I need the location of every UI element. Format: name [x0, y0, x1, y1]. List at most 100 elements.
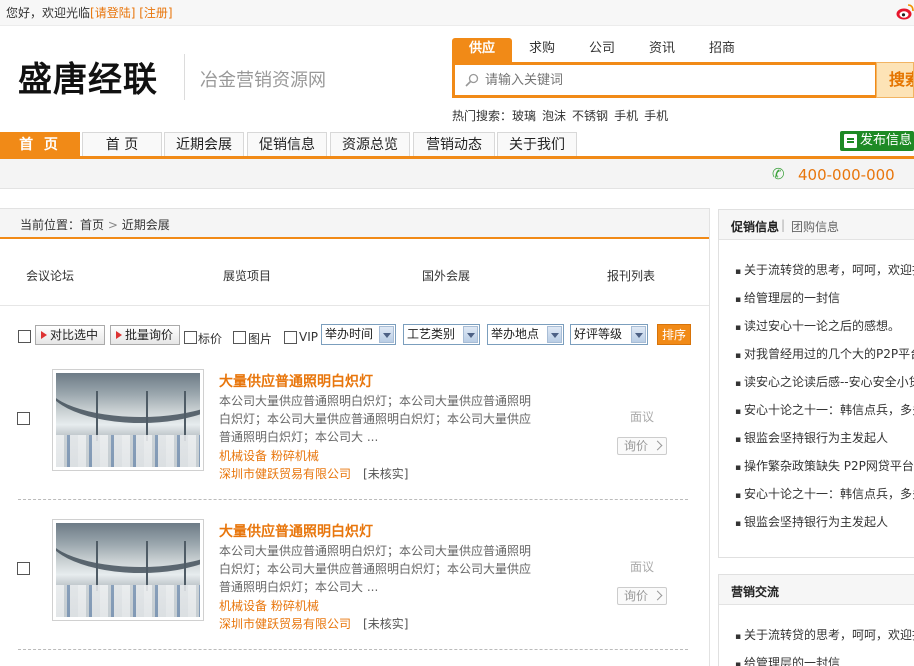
- product-status: [未核实]: [363, 467, 409, 481]
- promo-item[interactable]: 银监会坚持银行为主发起人: [735, 429, 914, 446]
- marketing-item[interactable]: 关于流转贷的思考，呵呵，欢迎指正: [735, 626, 914, 643]
- promo-item[interactable]: 读过安心十一论之后的感想。: [735, 317, 914, 334]
- vip-checkbox[interactable]: [284, 331, 297, 344]
- image-checkbox[interactable]: [233, 331, 246, 344]
- product-status: [未核实]: [363, 617, 409, 631]
- chevron-down-icon: [379, 326, 394, 343]
- product-divider: [18, 649, 688, 650]
- search-tab-supply[interactable]: 供应: [452, 38, 512, 62]
- product-checkbox[interactable]: [17, 562, 30, 575]
- batch-inquiry-button[interactable]: 批量询价: [110, 325, 180, 345]
- logo-divider: [184, 54, 185, 100]
- rating-select[interactable]: 好评等级: [570, 324, 648, 345]
- product-company-line: 深圳市健跃贸易有限公司 [未核实]: [219, 615, 408, 632]
- breadcrumb: 当前位置：首页 > 近期会展: [0, 209, 709, 239]
- search-tab-news[interactable]: 资讯: [634, 38, 690, 62]
- site-subtitle: 冶金营销资源网: [200, 70, 326, 91]
- category-forum[interactable]: 会议论坛: [26, 267, 74, 284]
- product-price: 面议: [630, 410, 655, 424]
- nav-resources[interactable]: 资源总览: [330, 132, 410, 156]
- login-link[interactable]: [请登陆]: [90, 6, 135, 20]
- product-image[interactable]: [52, 369, 204, 471]
- greeting: 您好，欢迎光临: [6, 6, 91, 20]
- search-input[interactable]: [485, 69, 865, 91]
- product-divider: [18, 499, 688, 500]
- nav-about[interactable]: 关于我们: [497, 132, 577, 156]
- location-select-value: 举办地点: [491, 327, 540, 341]
- search-tab-buy[interactable]: 求购: [514, 38, 570, 62]
- nav-home[interactable]: 首 页: [82, 132, 162, 156]
- product-company[interactable]: 深圳市健跃贸易有限公司: [219, 617, 351, 631]
- inquiry-button[interactable]: 询价: [617, 437, 667, 455]
- category-divider: [0, 305, 709, 306]
- register-link[interactable]: [注册]: [139, 6, 172, 20]
- promo-item[interactable]: 安心十论之十一：韩信点兵，多多益善: [735, 485, 914, 502]
- search-tab-company[interactable]: 公司: [574, 38, 630, 62]
- publish-button[interactable]: 发布信息: [840, 131, 914, 151]
- product-description: 本公司大量供应普通照明白炽灯；本公司大量供应普通照明白炽灯；本公司大量供应普通照…: [219, 394, 532, 444]
- nav-marketing[interactable]: 营销动态: [413, 132, 495, 156]
- price-checkbox[interactable]: [184, 331, 197, 344]
- sort-button[interactable]: 排序: [657, 324, 691, 345]
- promo-item[interactable]: 操作繁杂政策缺失 P2P网贷平台: [735, 457, 914, 474]
- promo-item[interactable]: 银监会坚持银行为主发起人: [735, 513, 914, 530]
- tab-divider: |: [781, 218, 786, 232]
- promo-header: 促销信息 | 团购信息: [719, 210, 914, 240]
- category-overseas[interactable]: 国外会展: [422, 267, 470, 284]
- inquiry-button[interactable]: 询价: [617, 587, 667, 605]
- hot-word[interactable]: 泡沫: [542, 109, 566, 123]
- location-select[interactable]: 举办地点: [487, 324, 564, 345]
- weibo-icon[interactable]: [896, 2, 914, 22]
- time-select-value: 举办时间: [325, 327, 374, 341]
- marketing-item[interactable]: 给管理层的一封信: [735, 654, 914, 666]
- time-select[interactable]: 举办时间: [321, 324, 396, 345]
- promo-panel: 促销信息 | 团购信息 关于流转贷的思考，呵呵，欢迎指正 给管理层的一封信 读过…: [718, 209, 914, 558]
- product-description: 本公司大量供应普通照明白炽灯；本公司大量供应普通照明白炽灯；本公司大量供应普通照…: [219, 544, 532, 594]
- nav-exhibitions[interactable]: 近期会展: [164, 132, 244, 156]
- promo-item[interactable]: 对我曾经用过的几个大的P2P平台: [735, 345, 914, 362]
- product-title[interactable]: 大量供应普通照明白炽灯: [219, 521, 373, 541]
- category-journals[interactable]: 报刊列表: [607, 267, 655, 284]
- craft-select-value: 工艺类别: [407, 327, 456, 341]
- category-exhibition[interactable]: 展览项目: [223, 267, 271, 284]
- hot-word[interactable]: 玻璃: [512, 109, 536, 123]
- marketing-title[interactable]: 营销交流: [731, 583, 779, 600]
- tab-group-buy[interactable]: 团购信息: [791, 218, 839, 235]
- chevron-down-icon: [547, 326, 562, 343]
- breadcrumb-label: 当前位置：: [20, 218, 81, 232]
- product-price: 面议: [630, 560, 655, 574]
- search-icon: [465, 73, 479, 87]
- product-company-line: 深圳市健跃贸易有限公司 [未核实]: [219, 465, 408, 482]
- breadcrumb-current: 近期会展: [121, 218, 170, 232]
- marketing-panel: 营销交流 关于流转贷的思考，呵呵，欢迎指正 给管理层的一封信: [718, 574, 914, 666]
- search-tab-invest[interactable]: 招商: [694, 38, 750, 62]
- vip-check-label: VIP: [299, 330, 318, 344]
- product-company[interactable]: 深圳市健跃贸易有限公司: [219, 467, 351, 481]
- product-category[interactable]: 机械设备 粉碎机械: [219, 447, 319, 464]
- promo-item[interactable]: 读安心之论读后感--安心安全小贷: [735, 373, 914, 390]
- promo-item[interactable]: 给管理层的一封信: [735, 289, 914, 306]
- nav-home-active[interactable]: 首 页: [0, 132, 80, 156]
- nav-promotions[interactable]: 促销信息: [247, 132, 327, 156]
- select-all-checkbox[interactable]: [18, 330, 31, 343]
- promo-item[interactable]: 关于流转贷的思考，呵呵，欢迎指正: [735, 261, 914, 278]
- site-logo[interactable]: 盛唐经联: [18, 52, 158, 101]
- product-category[interactable]: 机械设备 粉碎机械: [219, 597, 319, 614]
- search-button[interactable]: 搜索: [876, 62, 914, 98]
- top-bar: 您好，欢迎光临[请登陆] [注册]: [0, 0, 914, 26]
- hot-word[interactable]: 手机: [614, 109, 638, 123]
- product-image[interactable]: [52, 519, 204, 621]
- craft-select[interactable]: 工艺类别: [403, 324, 480, 345]
- image-check-label: 图片: [248, 332, 273, 346]
- promo-item[interactable]: 安心十论之十一：韩信点兵，多多益善: [735, 401, 914, 418]
- compare-button[interactable]: 对比选中: [35, 325, 105, 345]
- product-title[interactable]: 大量供应普通照明白炽灯: [219, 371, 373, 391]
- breadcrumb-home[interactable]: 首页: [80, 218, 104, 232]
- search-box: [452, 62, 878, 98]
- product-checkbox[interactable]: [17, 412, 30, 425]
- hot-word[interactable]: 手机: [644, 109, 668, 123]
- breadcrumb-sep: >: [107, 218, 118, 232]
- tab-promotions[interactable]: 促销信息: [731, 218, 779, 235]
- price-check-label: 标价: [198, 332, 223, 346]
- hot-word[interactable]: 不锈钢: [572, 109, 608, 123]
